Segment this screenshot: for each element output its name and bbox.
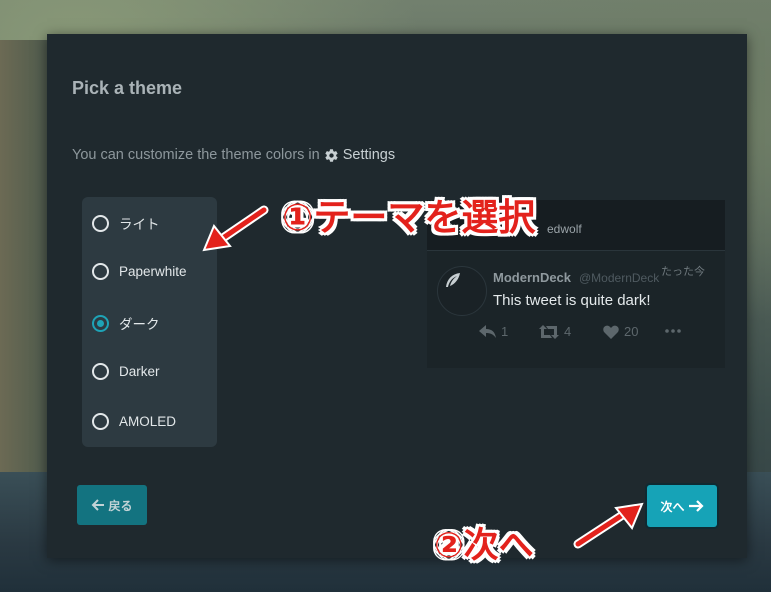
- more-options-icon[interactable]: [665, 324, 681, 338]
- radio-button-checked[interactable]: [92, 314, 109, 332]
- theme-option-label: Paperwhite: [119, 263, 187, 279]
- dialog-description: You can customize the theme colors in Se…: [72, 147, 395, 163]
- back-button-label: 戻る: [108, 498, 133, 513]
- back-button[interactable]: 戻る: [77, 485, 147, 525]
- theme-dialog: Pick a theme You can customize the theme…: [47, 34, 747, 558]
- tweet-author-name: ModernDeck: [493, 270, 572, 285]
- theme-option-dark[interactable]: ダーク: [92, 308, 212, 338]
- annotation-arrow-icon: [573, 502, 644, 549]
- radio-button[interactable]: [92, 412, 109, 430]
- annotation-step1: ①テーマを選択: [282, 196, 536, 239]
- arrow-right-icon: [688, 500, 704, 512]
- reply-count: 1: [501, 324, 509, 339]
- settings-link[interactable]: Settings: [343, 147, 395, 163]
- next-button[interactable]: 次へ: [647, 485, 717, 527]
- theme-option-amoled[interactable]: AMOLED: [92, 406, 212, 436]
- radio-button[interactable]: [92, 214, 109, 232]
- retweet-icon: [539, 324, 559, 339]
- theme-option-label: Darker: [119, 363, 160, 379]
- radio-button[interactable]: [92, 362, 109, 380]
- reply-icon: [479, 324, 496, 338]
- tweet-text: This tweet is quite dark!: [493, 292, 651, 309]
- theme-option-label: AMOLED: [119, 413, 177, 429]
- arrow-left-icon: [92, 499, 105, 511]
- annotation-arrow-icon: [202, 205, 269, 252]
- dialog-title: Pick a theme: [72, 78, 183, 98]
- reply-action[interactable]: 1: [479, 324, 508, 339]
- theme-option-paperwhite[interactable]: Paperwhite: [92, 256, 212, 286]
- theme-option-label: ライト: [119, 217, 160, 232]
- gear-icon: [325, 148, 338, 162]
- like-count: 20: [624, 324, 639, 339]
- retweet-count: 4: [564, 324, 572, 339]
- theme-radio-group: ライト Paperwhite ダーク Darker AMOLED: [82, 197, 217, 447]
- feather-logo-icon: [446, 273, 460, 287]
- radio-button[interactable]: [92, 262, 109, 280]
- theme-option-light[interactable]: ライト: [92, 208, 212, 238]
- theme-option-darker[interactable]: Darker: [92, 356, 212, 386]
- tweet-username: @ModernDeck: [579, 271, 660, 285]
- heart-icon: [603, 325, 619, 339]
- description-text: You can customize the theme colors in: [72, 147, 320, 163]
- like-action[interactable]: 20: [603, 324, 638, 339]
- tweet-timestamp: たった今: [661, 265, 705, 278]
- next-button-label: 次へ: [660, 499, 685, 514]
- preview-column-handle: edwolf: [547, 222, 582, 236]
- retweet-action[interactable]: 4: [539, 324, 571, 339]
- avatar: [437, 266, 487, 316]
- annotation-step2: ②次へ: [434, 526, 534, 566]
- theme-option-label: ダーク: [119, 317, 160, 332]
